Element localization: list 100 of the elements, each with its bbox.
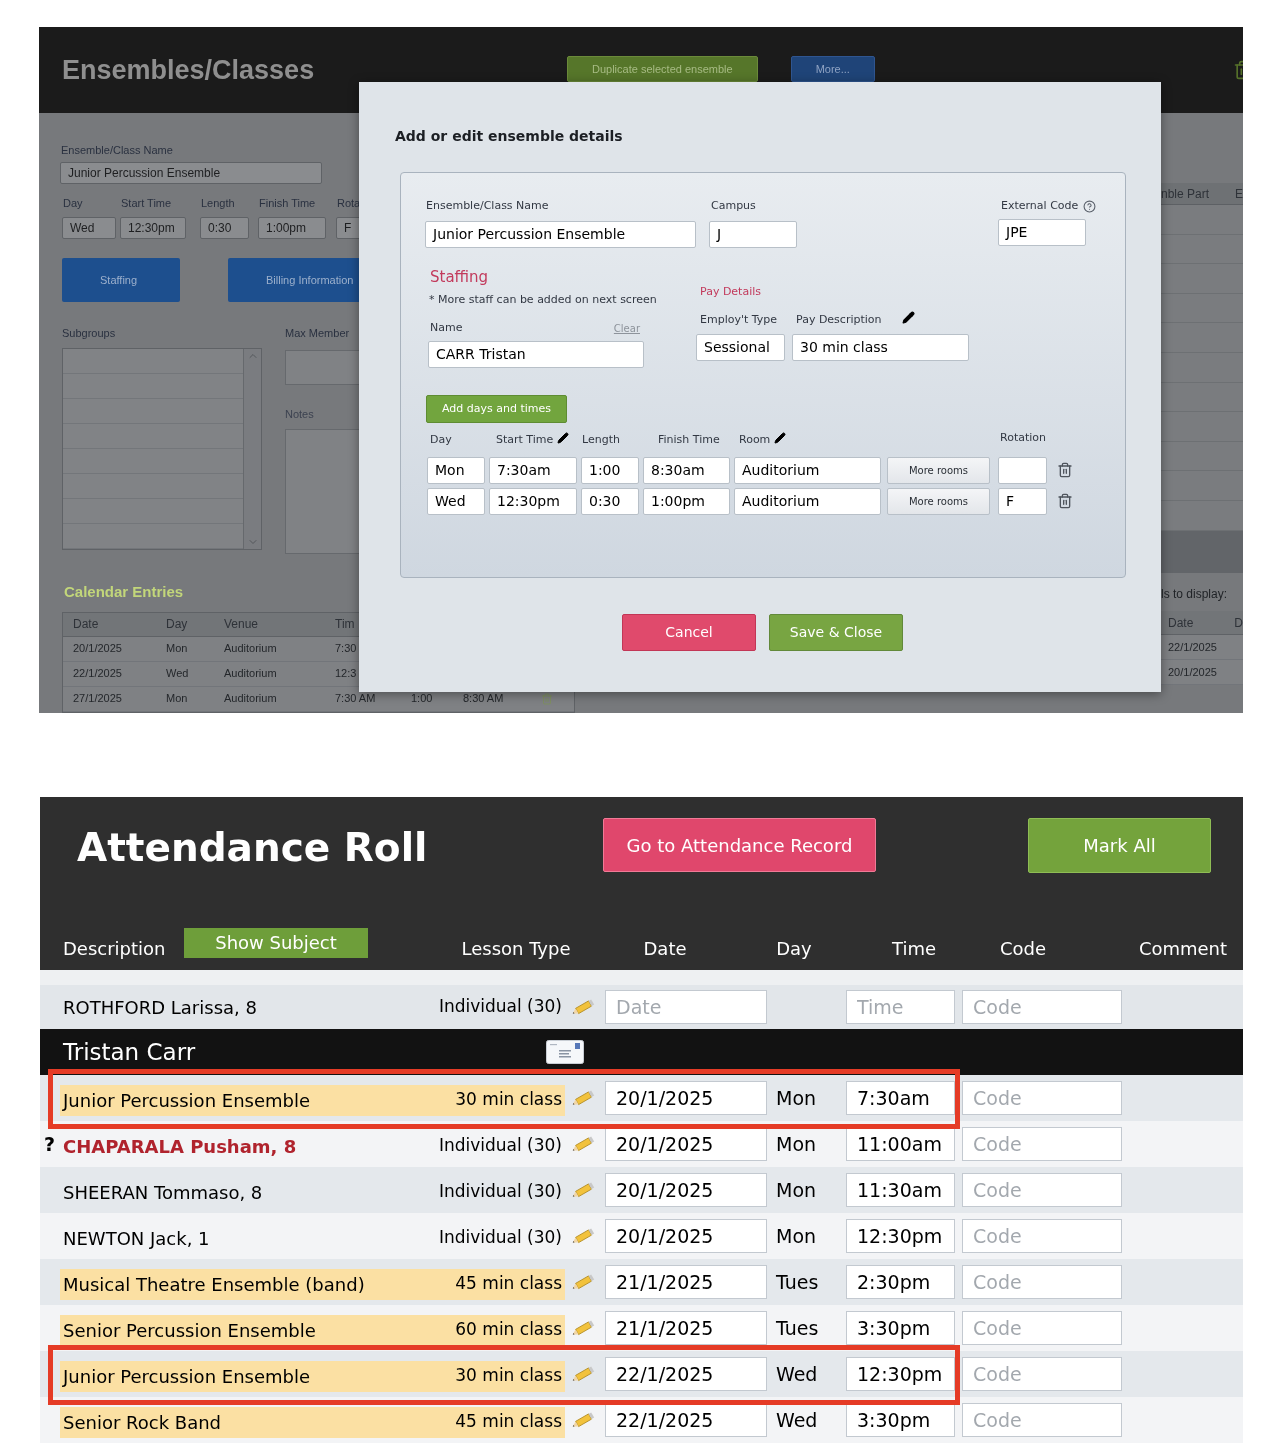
pencil-icon[interactable] bbox=[557, 432, 570, 445]
time-field[interactable]: 3:30pm bbox=[846, 1403, 955, 1437]
time-field[interactable]: 11:30am bbox=[846, 1173, 955, 1207]
table-cell-text: 7:30 bbox=[335, 641, 358, 657]
time-field[interactable]: 12:30pm bbox=[846, 1219, 955, 1253]
campus-field[interactable]: J bbox=[709, 220, 797, 248]
date-field[interactable]: 20/1/2025 bbox=[605, 1173, 767, 1207]
field[interactable]: 0:30 bbox=[200, 217, 249, 239]
more-rooms-button[interactable]: More rooms bbox=[887, 487, 990, 515]
date-field[interactable]: 21/1/2025 bbox=[605, 1311, 767, 1345]
code-field[interactable]: Code bbox=[962, 1311, 1122, 1345]
field-label: Start Time bbox=[121, 195, 173, 211]
section-title: Staffing bbox=[430, 266, 490, 288]
student-name: CHAPARALA Pusham, 8 bbox=[63, 1134, 297, 1159]
field-label: Max Member bbox=[285, 326, 351, 341]
day-text: Tues bbox=[775, 1315, 820, 1341]
student-name: SHEERAN Tommaso, 8 bbox=[63, 1180, 263, 1205]
length-field[interactable]: 0:30 bbox=[581, 487, 639, 515]
flag-marker: ? bbox=[44, 1132, 56, 1155]
external-code-field[interactable]: JPE bbox=[998, 218, 1086, 246]
field[interactable]: 12:30pm bbox=[120, 217, 186, 239]
column-header: nble Part bbox=[1161, 185, 1211, 203]
trash-icon[interactable] bbox=[541, 691, 553, 706]
finish-time-field[interactable]: 1:00pm bbox=[643, 487, 730, 515]
ensemble-name: Junior Percussion Ensemble bbox=[63, 1088, 311, 1113]
more-rooms-button[interactable]: More rooms bbox=[887, 456, 990, 484]
time-field[interactable]: Time bbox=[846, 990, 955, 1024]
code-field[interactable]: Code bbox=[962, 1265, 1122, 1299]
code-field[interactable]: Code bbox=[962, 1357, 1122, 1391]
employ-type-field[interactable]: Sessional bbox=[696, 334, 785, 361]
lesson-type: 30 min class bbox=[455, 1088, 562, 1112]
code-field[interactable]: Code bbox=[962, 1127, 1122, 1161]
subgroups-list[interactable] bbox=[62, 347, 262, 550]
staffing-note: * More staff can be added on next screen bbox=[429, 292, 658, 308]
scrollbar[interactable] bbox=[243, 348, 261, 549]
date-field[interactable]: 21/1/2025 bbox=[605, 1265, 767, 1299]
name-field[interactable]: Junior Percussion Ensemble bbox=[60, 161, 322, 184]
trash-icon[interactable] bbox=[1057, 491, 1073, 511]
column-header: Date bbox=[642, 937, 688, 961]
pay-description-field[interactable]: 30 min class bbox=[792, 334, 969, 361]
time-field[interactable]: 11:00am bbox=[846, 1127, 955, 1161]
table-cell-text: Auditorium bbox=[224, 666, 278, 682]
envelope-icon[interactable] bbox=[546, 1040, 584, 1064]
dialog-button[interactable]: Cancel bbox=[622, 614, 756, 651]
table-cell-text: 7:30 AM bbox=[335, 691, 377, 707]
room-field[interactable]: Auditorium bbox=[734, 487, 881, 515]
table-cell-text: 22/1/2025 bbox=[1168, 639, 1217, 655]
code-field[interactable]: Code bbox=[962, 1219, 1122, 1253]
day-text: Mon bbox=[775, 1177, 818, 1203]
field-label: Campus bbox=[711, 198, 757, 214]
column-header: Time bbox=[890, 937, 938, 961]
code-field[interactable]: Code bbox=[962, 1081, 1122, 1115]
code-field[interactable]: Code bbox=[962, 990, 1122, 1024]
field[interactable]: 1:00pm bbox=[258, 217, 326, 239]
finish-time-field[interactable]: 8:30am bbox=[643, 456, 730, 484]
field-label: Notes bbox=[285, 406, 315, 422]
name-field[interactable]: Junior Percussion Ensemble bbox=[425, 220, 696, 248]
field[interactable]: Wed bbox=[62, 217, 116, 239]
code-field[interactable]: Code bbox=[962, 1173, 1122, 1207]
day-text: Mon bbox=[775, 1131, 818, 1157]
header-button[interactable]: More... bbox=[790, 56, 875, 82]
time-field[interactable]: 3:30pm bbox=[846, 1311, 955, 1345]
field-label: Name bbox=[430, 319, 463, 336]
length-field[interactable]: 1:00 bbox=[581, 456, 639, 484]
day-text: Mon bbox=[775, 1085, 818, 1111]
trash-icon[interactable] bbox=[1057, 460, 1073, 480]
pencil-icon[interactable] bbox=[901, 311, 915, 324]
field-label: Length bbox=[201, 195, 236, 211]
column-header: D bbox=[1234, 614, 1243, 632]
help-icon[interactable] bbox=[1083, 199, 1097, 213]
section-button[interactable]: Staffing bbox=[62, 258, 180, 302]
room-field[interactable]: Auditorium bbox=[734, 456, 881, 484]
date-field[interactable]: Date bbox=[605, 990, 767, 1024]
time-field[interactable]: 2:30pm bbox=[846, 1265, 955, 1299]
rotation-field[interactable]: F bbox=[998, 487, 1047, 515]
time-field[interactable]: 7:30am bbox=[846, 1081, 955, 1115]
date-field[interactable]: 20/1/2025 bbox=[605, 1219, 767, 1253]
code-field[interactable]: Code bbox=[962, 1403, 1122, 1437]
student-name: ROTHFORD Larissa, 8 bbox=[63, 995, 257, 1020]
day-text: Mon bbox=[775, 1223, 818, 1249]
header-button[interactable]: Go to Attendance Record bbox=[603, 818, 876, 872]
column-header: Description bbox=[63, 937, 167, 961]
table-cell-text: 27/1/2025 bbox=[73, 691, 123, 707]
date-field[interactable]: 20/1/2025 bbox=[605, 1081, 767, 1115]
rotation-field[interactable] bbox=[998, 456, 1047, 484]
date-field[interactable]: 20/1/2025 bbox=[605, 1127, 767, 1161]
time-field[interactable]: 12:30pm bbox=[846, 1357, 955, 1391]
column-header: Day bbox=[430, 432, 452, 448]
pencil-icon[interactable] bbox=[774, 432, 787, 445]
page-title: Attendance Roll bbox=[77, 824, 429, 872]
day-field[interactable]: Mon bbox=[427, 456, 485, 484]
start-time-field[interactable]: 7:30am bbox=[489, 456, 577, 484]
date-field[interactable]: 22/1/2025 bbox=[605, 1357, 767, 1391]
ensemble-name: Junior Percussion Ensemble bbox=[63, 1364, 311, 1389]
staff-name-field[interactable]: CARR Tristan bbox=[428, 341, 644, 368]
date-field[interactable]: 22/1/2025 bbox=[605, 1403, 767, 1437]
start-time-field[interactable]: 12:30pm bbox=[489, 487, 577, 515]
day-field[interactable]: Wed bbox=[427, 487, 485, 515]
column-header: E bbox=[1235, 185, 1243, 203]
field-label: External Code bbox=[1001, 198, 1079, 214]
